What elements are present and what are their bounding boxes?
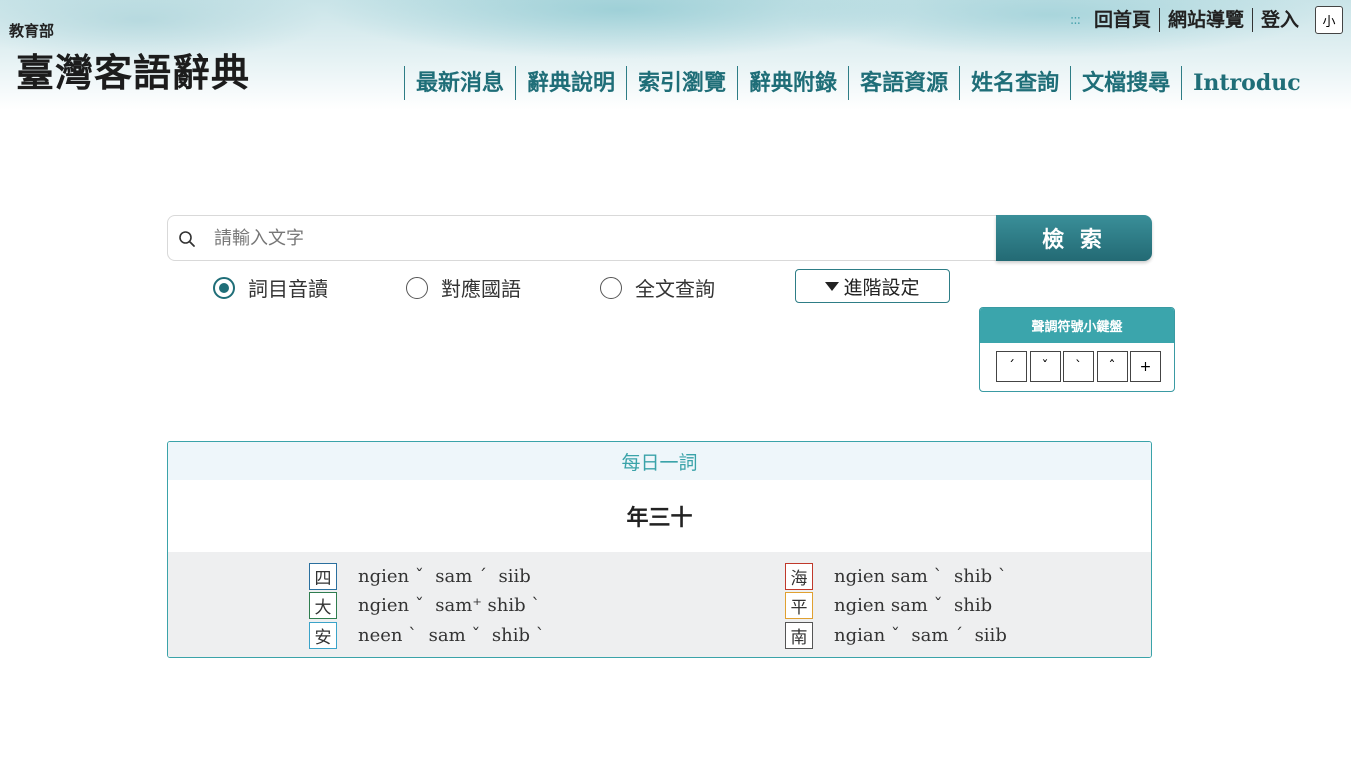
dialect-tag[interactable]: 四 — [309, 562, 337, 590]
pronunciation-text: ngien sam ˇ shib — [834, 594, 993, 616]
tone-key-caron[interactable]: ˇ — [1029, 351, 1061, 382]
radio-label: 對應國語 — [441, 277, 521, 301]
dialect-tag[interactable]: 大 — [309, 591, 337, 619]
radio-circle-checked[interactable] — [213, 276, 235, 299]
tone-key-grave[interactable]: ˋ — [1063, 351, 1094, 382]
pronunciation-text: ngian ˇ sam ˊ siib — [834, 624, 1007, 646]
pronunciation-row-south-sixian: 南 ngian ˇ sam ˊ siib — [785, 621, 1007, 649]
nav-dictionary-guide[interactable]: 辭典說明 — [515, 66, 626, 100]
utility-links: ::: 回首頁 網站導覽 登入 小 — [1070, 6, 1343, 34]
nav-name-lookup[interactable]: 姓名查詢 — [959, 66, 1070, 100]
pronunciation-text: ngien sam ˋ shib ˋ — [834, 565, 1007, 587]
advanced-settings-label: 進階設定 — [843, 276, 920, 299]
search-button[interactable]: 檢 索 — [996, 215, 1152, 261]
search-box — [167, 215, 997, 261]
tone-keyboard-title: 聲調符號小鍵盤 — [980, 308, 1174, 343]
site-logo[interactable]: 臺灣客語辭典 — [16, 42, 250, 97]
nav-latest-news[interactable]: 最新消息 — [404, 66, 515, 100]
tone-key-plus[interactable]: + — [1130, 351, 1161, 382]
pronunciation-row-raoping-an: 安 neen ˋ sam ˇ shib ˋ — [309, 621, 545, 649]
radio-circle[interactable] — [406, 276, 428, 299]
font-size-button[interactable]: 小 — [1315, 6, 1343, 34]
caret-down-icon — [825, 281, 840, 291]
pronunciation-row-sixian: 四 ngien ˇ sam ˊ siib — [309, 562, 531, 590]
pronunciation-list: 四 ngien ˇ sam ˊ siib 大 ngien ˇ sam⁺ shib… — [168, 552, 1151, 657]
dialect-tag[interactable]: 南 — [785, 621, 813, 649]
home-link[interactable]: 回首頁 — [1086, 8, 1160, 32]
nav-document-search[interactable]: 文檔搜尋 — [1070, 66, 1181, 100]
daily-word-title: 每日一詞 — [168, 442, 1151, 480]
radio-mandarin-equivalent[interactable]: 對應國語 — [406, 273, 521, 302]
sitemap-link[interactable]: 網站導覽 — [1160, 8, 1253, 32]
radio-headword-pronunciation[interactable]: 詞目音讀 — [213, 273, 328, 302]
ministry-label: 教育部 — [9, 22, 55, 40]
tone-keyboard: 聲調符號小鍵盤 ˊ ˇ ˋ ˆ + — [979, 307, 1175, 392]
grip-dots-icon: ::: — [1069, 12, 1081, 28]
pronunciation-row-hailu: 海 ngien sam ˋ shib ˋ — [785, 562, 1007, 590]
nav-index-browse[interactable]: 索引瀏覽 — [626, 66, 737, 100]
pronunciation-text: neen ˋ sam ˇ shib ˋ — [358, 624, 545, 646]
tone-key-circumflex[interactable]: ˆ — [1096, 351, 1128, 382]
nav-introduction[interactable]: Introduc — [1181, 66, 1312, 100]
radio-label: 全文查詢 — [635, 277, 715, 301]
dialect-tag[interactable]: 海 — [785, 562, 813, 590]
login-link[interactable]: 登入 — [1253, 8, 1307, 32]
radio-fulltext-search[interactable]: 全文查詢 — [600, 273, 715, 302]
pronunciation-row-dapu: 大 ngien ˇ sam⁺ shib ˋ — [309, 591, 540, 619]
daily-word-panel: 每日一詞 年三十 四 ngien ˇ sam ˊ siib 大 ngien ˇ … — [167, 441, 1152, 658]
main-nav: 最新消息 辭典說明 索引瀏覽 辭典附錄 客語資源 姓名查詢 文檔搜尋 Intro… — [404, 66, 1312, 100]
nav-appendix[interactable]: 辭典附錄 — [737, 66, 848, 100]
tone-key-acute[interactable]: ˊ — [996, 351, 1027, 382]
nav-hakka-resources[interactable]: 客語資源 — [848, 66, 959, 100]
search-input[interactable] — [214, 216, 984, 260]
pronunciation-row-raoping: 平 ngien sam ˇ shib — [785, 591, 992, 619]
dialect-tag[interactable]: 平 — [785, 591, 813, 619]
advanced-settings-button[interactable]: 進階設定 — [795, 269, 950, 303]
radio-circle[interactable] — [600, 276, 622, 299]
daily-word-term[interactable]: 年三十 — [168, 480, 1151, 552]
radio-label: 詞目音讀 — [248, 277, 328, 301]
pronunciation-text: ngien ˇ sam ˊ siib — [358, 565, 531, 587]
pronunciation-text: ngien ˇ sam⁺ shib ˋ — [358, 594, 541, 616]
search-icon — [179, 231, 195, 247]
dialect-tag[interactable]: 安 — [309, 621, 337, 649]
